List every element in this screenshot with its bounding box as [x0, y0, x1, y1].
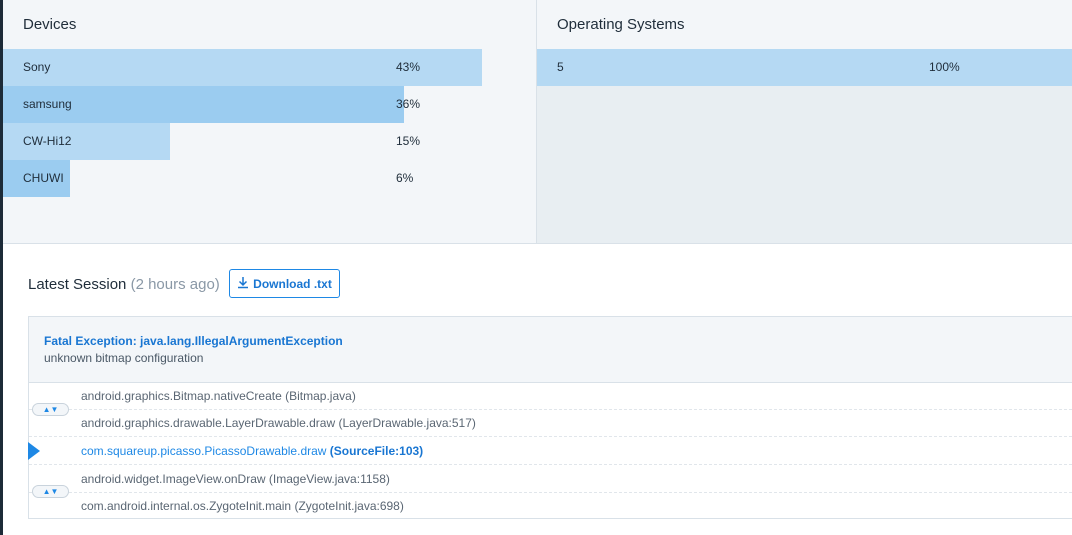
frame-file: (Bitmap.java): [285, 389, 356, 403]
exception-message: unknown bitmap configuration: [44, 351, 204, 365]
os-row-5[interactable]: 5 100%: [537, 49, 1072, 86]
frame-method: android.graphics.Bitmap.nativeCreate: [81, 389, 282, 403]
device-label: CW-Hi12: [23, 134, 72, 148]
frame-file: (ZygoteInit.java:698): [294, 499, 404, 513]
device-percent: 6%: [396, 171, 414, 185]
exception-title[interactable]: Fatal Exception: java.lang.IllegalArgume…: [44, 334, 343, 348]
frame-file: (ImageView.java:1158): [268, 472, 390, 486]
session-heading: Latest Session (2 hours ago): [28, 276, 220, 293]
os-title: Operating Systems: [557, 16, 685, 33]
device-row-sony[interactable]: Sony 43%: [3, 49, 536, 86]
device-label: CHUWI: [23, 171, 64, 185]
device-percent: 43%: [396, 60, 421, 74]
device-row-samsung[interactable]: samsung 36%: [3, 86, 536, 123]
download-button[interactable]: Download .txt: [229, 269, 340, 298]
frame-text: com.android.internal.os.ZygoteInit.main …: [81, 499, 404, 513]
download-label: Download .txt: [253, 276, 332, 291]
device-row-cw-hi12[interactable]: CW-Hi12 15%: [3, 123, 536, 160]
stack-frame[interactable]: android.graphics.drawable.LayerDrawable.…: [29, 409, 1072, 437]
exception-header: Fatal Exception: java.lang.IllegalArgume…: [29, 317, 1072, 383]
os-panel: Operating Systems 5 100%: [537, 0, 1072, 244]
app-frame-marker-icon: [28, 442, 40, 460]
session-time: (2 hours ago): [130, 276, 220, 293]
device-percent: 15%: [396, 134, 421, 148]
frame-method: com.squareup.picasso.PicassoDrawable.dra…: [81, 444, 327, 458]
download-icon: [237, 276, 249, 292]
frame-method: android.graphics.drawable.LayerDrawable.…: [81, 416, 336, 430]
stack-frame-highlighted[interactable]: com.squareup.picasso.PicassoDrawable.dra…: [29, 437, 1072, 465]
device-percent: 36%: [396, 97, 421, 111]
frame-file: (LayerDrawable.java:517): [338, 416, 476, 430]
frame-text: android.graphics.drawable.LayerDrawable.…: [81, 416, 476, 430]
os-bar: [537, 49, 1072, 86]
frame-text: android.graphics.Bitmap.nativeCreate (Bi…: [81, 389, 356, 403]
stack-trace-card: Fatal Exception: java.lang.IllegalArgume…: [28, 316, 1072, 519]
os-label: 5: [557, 60, 564, 74]
devices-title: Devices: [23, 16, 77, 33]
session-title: Latest Session: [28, 276, 127, 293]
frame-method: android.widget.ImageView.onDraw: [81, 472, 266, 486]
frame-text: com.squareup.picasso.PicassoDrawable.dra…: [81, 444, 423, 458]
frame-text: android.widget.ImageView.onDraw (ImageVi…: [81, 472, 390, 486]
devices-panel: Devices Sony 43% samsung 36% CW-Hi12 15%…: [3, 0, 537, 244]
devices-header: [3, 0, 536, 49]
os-percent: 100%: [929, 60, 960, 74]
frame-file: (SourceFile:103): [329, 444, 424, 458]
device-row-chuwi[interactable]: CHUWI 6%: [3, 160, 536, 197]
frame-method: com.android.internal.os.ZygoteInit.main: [81, 499, 292, 513]
stack-frame[interactable]: android.widget.ImageView.onDraw (ImageVi…: [29, 465, 1072, 493]
stack-frame[interactable]: android.graphics.Bitmap.nativeCreate (Bi…: [29, 382, 1072, 410]
stack-frame[interactable]: com.android.internal.os.ZygoteInit.main …: [29, 492, 1072, 519]
device-label: samsung: [23, 97, 72, 111]
device-label: Sony: [23, 60, 51, 74]
